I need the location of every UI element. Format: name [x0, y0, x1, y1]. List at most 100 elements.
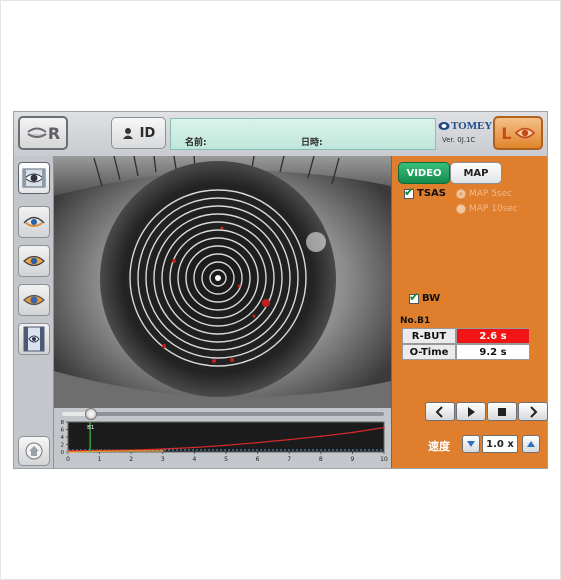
- y-tick-label: 8: [61, 420, 65, 426]
- x-tick-label: 1: [98, 456, 102, 463]
- next-frame-button[interactable]: [518, 402, 548, 421]
- stop-button[interactable]: [487, 402, 517, 421]
- triangle-down-icon: [467, 441, 475, 447]
- y-tick-label: 6: [61, 428, 65, 434]
- stop-icon: [498, 407, 506, 416]
- map-5sec-label: MAP 5sec: [469, 189, 513, 199]
- eye-blue-icon: [23, 294, 45, 306]
- y-tick-label: 2: [61, 443, 65, 449]
- x-tick-label: 10: [380, 456, 388, 463]
- top-bar: R ID 名前: 日時: TOMEY Ver. 0J.1C L: [14, 112, 547, 156]
- eye-blue-button[interactable]: [18, 284, 50, 316]
- record-number: No.B1: [400, 316, 431, 326]
- open-eye-icon: [514, 127, 535, 139]
- video-mode-button[interactable]: [18, 162, 50, 194]
- series-point-0: [161, 448, 164, 450]
- prev-frame-button[interactable]: [425, 402, 455, 421]
- series-point-0: [351, 431, 354, 434]
- version-label: Ver. 0J.1C: [442, 136, 476, 144]
- video-eye-icon: [22, 168, 46, 188]
- timeline-slider[interactable]: [62, 408, 384, 420]
- x-tick-label: 5: [224, 456, 228, 463]
- map-10sec-radio[interactable]: MAP 10sec: [456, 204, 518, 214]
- radio-selected-icon: [456, 189, 466, 199]
- y-tick-label: 0: [61, 450, 65, 456]
- eye-filled-icon: [23, 255, 45, 267]
- film-mode-button[interactable]: [18, 323, 50, 355]
- left-toolbar: [14, 156, 54, 468]
- eye-icon: [23, 216, 45, 227]
- film-eye-icon: [23, 326, 45, 352]
- otime-row: O-Time 9.2 s: [402, 344, 530, 360]
- eye-image: [54, 156, 391, 408]
- speed-down-button[interactable]: [462, 435, 480, 453]
- left-eye-letter: L: [501, 123, 512, 143]
- tsas-chart: 024680 1 2 3 4 5 6 7 8 9 10B1: [61, 420, 388, 463]
- eye-video-view[interactable]: [54, 156, 391, 408]
- series-point-0: [319, 435, 322, 438]
- check-icon: ✔: [409, 289, 420, 304]
- patient-id-button[interactable]: ID: [111, 117, 166, 149]
- series-point-0: [225, 444, 227, 447]
- rbut-row: R-BUT 2.6 s: [402, 328, 530, 344]
- series-point-1: [98, 450, 101, 453]
- series-point-1: [130, 449, 133, 452]
- right-eye-button[interactable]: R: [18, 116, 68, 150]
- home-button[interactable]: [18, 436, 50, 466]
- rbut-value: 2.6 s: [456, 328, 530, 344]
- eye-fluor-button[interactable]: [18, 245, 50, 277]
- control-panel: VIDEO MAP ✔ TSAS MAP 5sec MAP 10sec ✔ BW…: [391, 156, 548, 468]
- screenshot-frame: R ID 名前: 日時: TOMEY Ver. 0J.1C L 0 2 4 6 …: [0, 0, 561, 580]
- brand-block: TOMEY Ver. 0J.1C: [438, 118, 496, 150]
- rbut-label: R-BUT: [402, 328, 456, 344]
- x-tick-label: 0: [66, 456, 70, 463]
- x-tick-label: 3: [161, 456, 165, 463]
- series-point-0: [288, 438, 291, 441]
- map-5sec-radio[interactable]: MAP 5sec: [456, 189, 512, 199]
- brand-logo: TOMEY: [438, 120, 492, 132]
- closed-eye-icon: [27, 127, 47, 138]
- y-tick-label: 4: [61, 435, 65, 441]
- x-tick-label: 7: [287, 456, 291, 463]
- x-tick-label: 8: [319, 456, 323, 463]
- play-button[interactable]: [456, 402, 486, 421]
- x-tick-label: 2: [129, 456, 133, 463]
- person-icon: [122, 127, 133, 139]
- speed-up-button[interactable]: [522, 435, 540, 453]
- otime-label: O-Time: [402, 344, 456, 360]
- tab-video[interactable]: VIDEO: [398, 162, 450, 184]
- check-icon: ✔: [404, 184, 415, 199]
- date-label: 日時:: [301, 138, 323, 148]
- series-point-0: [256, 441, 259, 444]
- tsas-check-box: ✔: [404, 184, 415, 199]
- map-10sec-label: MAP 10sec: [469, 204, 518, 214]
- x-tick-label: 4: [192, 456, 196, 463]
- bw-label: BW: [422, 293, 441, 304]
- series-point-1: [161, 449, 164, 452]
- tab-map[interactable]: MAP: [450, 162, 502, 184]
- play-icon: [468, 406, 475, 417]
- marker-label: B1: [87, 425, 94, 431]
- series-point-0: [193, 446, 196, 449]
- series-point-1: [67, 451, 69, 453]
- home-icon: [25, 442, 43, 460]
- chevron-right-icon: [530, 405, 538, 418]
- tsas-checkbox[interactable]: ✔ TSAS: [404, 184, 446, 199]
- right-eye-letter: R: [47, 123, 61, 143]
- left-eye-button[interactable]: L: [493, 116, 543, 150]
- radio-empty-icon: [456, 204, 466, 214]
- patient-info-bar: 名前: 日時:: [170, 118, 436, 150]
- brand-name: TOMEY: [451, 120, 493, 132]
- eye-mode-button[interactable]: [18, 206, 50, 238]
- speed-label: 速度: [428, 440, 450, 453]
- bw-check-box: ✔: [409, 289, 420, 304]
- bw-checkbox[interactable]: ✔ BW: [409, 289, 441, 304]
- otime-value: 9.2 s: [456, 344, 530, 360]
- timeline-area: 0 2 4 6 8 0 1 2 3 4 5 6 7 8 9 10 B1: [54, 408, 391, 468]
- chart-plot-area: [67, 421, 385, 453]
- name-label: 名前:: [185, 138, 207, 148]
- triangle-up-icon: [527, 441, 535, 447]
- series-point-0: [383, 426, 385, 429]
- chevron-left-icon: [435, 405, 443, 418]
- tsas-label: TSAS: [417, 188, 446, 199]
